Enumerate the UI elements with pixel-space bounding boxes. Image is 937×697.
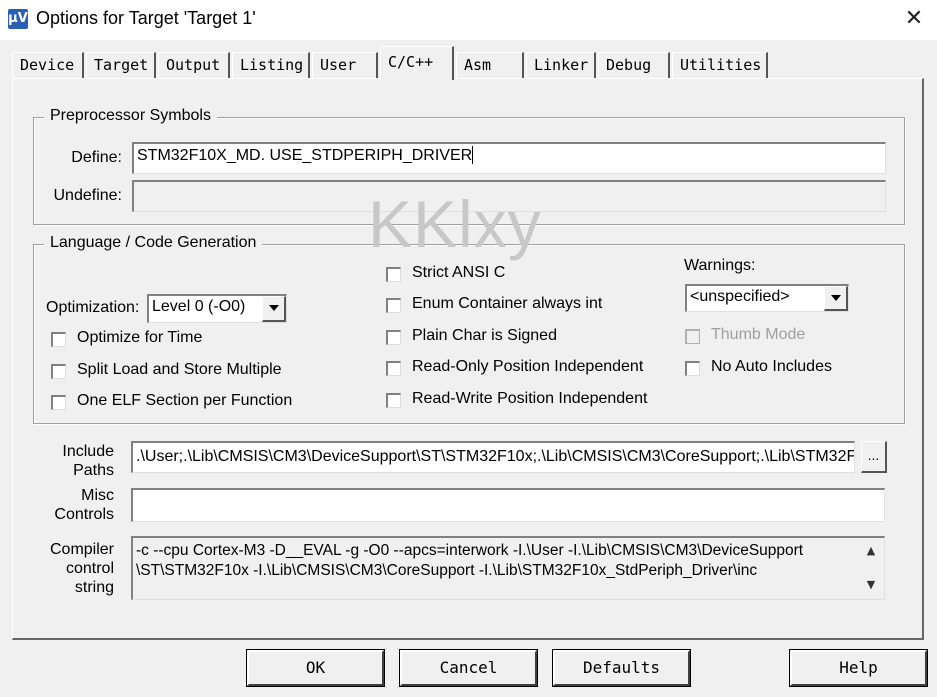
tab-user[interactable]: User xyxy=(312,52,378,78)
checkbox-box[interactable] xyxy=(386,267,401,282)
tab-utilities[interactable]: Utilities xyxy=(672,52,768,78)
text-caret xyxy=(472,146,474,164)
strict-ansi-label: Strict ANSI C xyxy=(412,264,506,281)
tab-target[interactable]: Target xyxy=(86,52,156,78)
language-group: Language / Code Generation Optimization:… xyxy=(33,234,905,424)
preprocessor-group: Preprocessor Symbols Define: STM32F10X_M… xyxy=(33,107,905,225)
checkbox-box[interactable] xyxy=(51,332,66,347)
checkbox-box[interactable] xyxy=(51,364,66,379)
include-label-line2: Paths xyxy=(73,462,114,479)
close-button[interactable]: ✕ xyxy=(891,0,937,40)
tab-linker[interactable]: Linker xyxy=(526,52,596,78)
window-title: Options for Target 'Target 1' xyxy=(36,8,256,28)
include-paths-label: Include Paths xyxy=(33,442,114,480)
checkbox-box[interactable] xyxy=(386,330,401,345)
preprocessor-legend: Preprocessor Symbols xyxy=(44,107,217,125)
warnings-label: Warnings: xyxy=(684,257,756,274)
warnings-value: <unspecified> xyxy=(690,288,790,305)
one-elf-label: One ELF Section per Function xyxy=(77,392,293,409)
cc-options-panel: Preprocessor Symbols Define: STM32F10X_M… xyxy=(12,78,924,640)
compiler-line-1: -c --cpu Cortex-M3 -D__EVAL -g -O0 --apc… xyxy=(136,542,804,559)
checkbox-box[interactable] xyxy=(51,395,66,410)
compiler-control-label: Compiler control string xyxy=(33,540,114,597)
define-label: Define: xyxy=(71,149,122,166)
compiler-scrollbar[interactable]: ▲ ▼ xyxy=(860,538,882,598)
tab-output[interactable]: Output xyxy=(158,52,230,78)
tab-listing[interactable]: Listing xyxy=(232,52,310,78)
compiler-control-string[interactable]: -c --cpu Cortex-M3 -D__EVAL -g -O0 --apc… xyxy=(131,536,885,600)
title-bar: μV Options for Target 'Target 1' ✕ xyxy=(0,0,937,40)
app-icon: μV xyxy=(8,9,28,29)
compiler-line-2: \ST\STM32F10x -I.\Lib\CMSIS\CM3\CoreSupp… xyxy=(136,562,758,579)
ok-button[interactable]: OK xyxy=(246,649,385,687)
language-legend: Language / Code Generation xyxy=(44,234,263,252)
thumb-mode-label: Thumb Mode xyxy=(711,326,806,343)
optimization-label: Optimization: xyxy=(46,299,140,316)
split-load-label: Split Load and Store Multiple xyxy=(77,361,282,378)
checkbox-box[interactable] xyxy=(386,393,401,408)
checkbox-box[interactable] xyxy=(685,361,700,376)
misc-label-line2: Controls xyxy=(54,506,114,523)
undefine-input[interactable] xyxy=(132,180,886,212)
include-paths-input[interactable]: .\User;.\Lib\CMSIS\CM3\DeviceSupport\ST\… xyxy=(131,441,855,473)
help-button[interactable]: Help xyxy=(789,649,928,687)
define-value: STM32F10X_MD. USE_STDPERIPH_DRIVER xyxy=(137,147,473,164)
compiler-label-line3: string xyxy=(74,579,114,596)
misc-label-line1: Misc xyxy=(81,487,114,504)
misc-controls-input[interactable] xyxy=(131,488,885,522)
include-label-line1: Include xyxy=(62,443,114,460)
scroll-down-icon[interactable]: ▼ xyxy=(860,574,882,596)
rw-position-label: Read-Write Position Independent xyxy=(412,390,648,407)
warnings-select[interactable]: <unspecified> xyxy=(685,284,849,312)
tab-asm[interactable]: Asm xyxy=(456,52,524,78)
undefine-label: Undefine: xyxy=(53,187,123,204)
no-auto-includes-label: No Auto Includes xyxy=(711,358,832,375)
tab-debug[interactable]: Debug xyxy=(598,52,670,78)
chevron-down-icon[interactable] xyxy=(824,286,848,311)
optimization-value: Level 0 (-O0) xyxy=(152,298,246,315)
optimize-time-label: Optimize for Time xyxy=(77,329,203,346)
misc-controls-label: Misc Controls xyxy=(33,486,114,524)
scroll-up-icon[interactable]: ▲ xyxy=(860,540,882,562)
optimization-select[interactable]: Level 0 (-O0) xyxy=(147,294,287,323)
checkbox-box[interactable] xyxy=(386,298,401,313)
enum-container-label: Enum Container always int xyxy=(412,295,603,312)
chevron-down-icon[interactable] xyxy=(262,296,286,322)
checkbox-box xyxy=(685,329,700,344)
ro-position-label: Read-Only Position Independent xyxy=(412,358,644,375)
plain-char-label: Plain Char is Signed xyxy=(412,327,557,344)
browse-include-button[interactable]: ... xyxy=(861,441,887,473)
checkbox-box[interactable] xyxy=(386,361,401,376)
tab-device[interactable]: Device xyxy=(12,52,84,78)
tab-c-cpp[interactable]: C/C++ xyxy=(380,46,454,80)
define-input[interactable]: STM32F10X_MD. USE_STDPERIPH_DRIVER xyxy=(132,142,886,174)
cancel-button[interactable]: Cancel xyxy=(399,649,538,687)
defaults-button[interactable]: Defaults xyxy=(552,649,691,687)
compiler-label-line2: control xyxy=(65,560,114,577)
compiler-label-line1: Compiler xyxy=(49,541,114,558)
